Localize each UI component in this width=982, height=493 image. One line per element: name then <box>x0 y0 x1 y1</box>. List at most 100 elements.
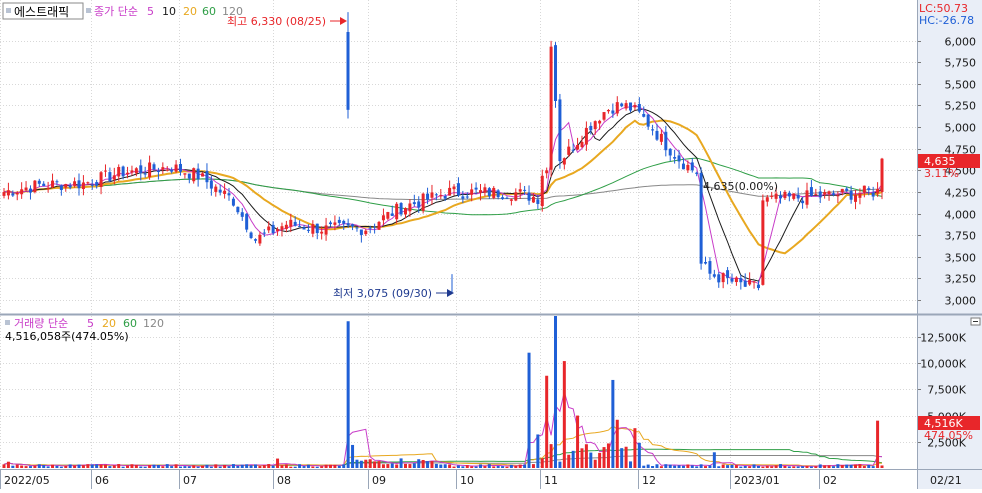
volume-bar <box>761 466 765 468</box>
volume-bar <box>664 464 668 468</box>
candle-body <box>536 199 540 204</box>
volume-bar <box>108 466 112 468</box>
volume-bar <box>593 459 597 468</box>
volume-bar <box>231 464 235 468</box>
candle-body <box>845 188 849 191</box>
min-annotation: 최저 3,075 (09/30) <box>333 287 432 300</box>
candle-body <box>840 188 844 193</box>
volume-bar <box>752 464 756 468</box>
price-tick-label: 5,500 <box>945 79 977 92</box>
volume-bar <box>809 466 813 468</box>
candle-body <box>368 227 372 229</box>
volume-bar <box>787 466 791 468</box>
volume-bar <box>20 465 24 468</box>
price-tick-label: 5,000 <box>945 122 977 135</box>
candle-body <box>567 146 571 155</box>
volume-bar <box>531 464 535 468</box>
candle-body <box>302 227 306 230</box>
candle-body <box>452 186 456 190</box>
volume-bar <box>470 466 474 468</box>
volume-bar <box>298 464 302 468</box>
volume-bar <box>311 466 315 468</box>
candle-body <box>426 193 430 200</box>
volume-bar <box>448 464 452 468</box>
volume-bar <box>461 466 465 468</box>
candle-body <box>681 163 685 170</box>
candle-body <box>717 274 721 283</box>
candle-body <box>183 173 187 175</box>
volume-bar <box>289 466 293 468</box>
price-plot-area[interactable] <box>0 0 917 313</box>
ma60-legend: 60 <box>202 5 216 18</box>
volume-bar <box>845 464 849 468</box>
volume-bar <box>765 465 769 468</box>
candle-body <box>443 195 447 199</box>
candle-body <box>280 226 284 230</box>
price-tick-label: 3,500 <box>945 252 977 265</box>
volume-bar <box>73 465 77 468</box>
candle-body <box>854 194 858 202</box>
candle-body <box>373 226 377 228</box>
collapse-icon[interactable] <box>6 8 11 13</box>
candle-body <box>668 148 672 156</box>
volume-bar <box>637 442 641 468</box>
volume-bar <box>196 466 200 468</box>
candle-body <box>324 225 328 235</box>
candle-body <box>359 229 363 235</box>
candle-body <box>831 193 835 195</box>
volume-bar <box>64 466 68 468</box>
candle-body <box>479 190 483 193</box>
volume-bar <box>624 446 628 468</box>
candle-body <box>223 190 227 194</box>
price-tick-label: 5,250 <box>945 100 977 113</box>
candle-body <box>765 197 769 202</box>
volume-bar <box>686 464 690 468</box>
volume-bar <box>386 464 390 468</box>
candle-body <box>629 102 633 111</box>
volume-bar <box>355 459 359 468</box>
volume-bar <box>403 463 407 468</box>
volume-bar <box>518 464 522 468</box>
volume-bar <box>209 466 213 468</box>
volume-bar <box>174 464 178 468</box>
max-annotation: 최고 6,330 (08/25) <box>227 15 326 28</box>
volume-bar <box>258 466 262 468</box>
volume-bar <box>836 464 840 468</box>
candle-body <box>787 192 791 197</box>
volume-bar <box>756 465 760 468</box>
volume-bar <box>549 444 553 468</box>
candle-body <box>11 193 15 196</box>
volume-bar <box>165 464 169 468</box>
price-tick-label: 5,750 <box>945 57 977 70</box>
volume-bar <box>523 464 527 468</box>
volume-bar <box>439 464 443 468</box>
candle-body <box>139 165 143 174</box>
candle-body <box>20 189 24 195</box>
candle-body <box>651 129 655 131</box>
volume-legend-toggle-icon[interactable] <box>5 320 10 325</box>
candle-body <box>823 192 827 195</box>
volume-bar <box>77 464 81 468</box>
candle-body <box>284 224 288 229</box>
volume-bar <box>183 466 187 468</box>
volume-bar <box>854 464 858 468</box>
candle-body <box>333 222 337 225</box>
candle-body <box>673 157 677 159</box>
candle-body <box>549 46 553 170</box>
volume-bar <box>377 461 381 468</box>
candle-body <box>201 173 205 177</box>
volume-plot-area[interactable] <box>0 316 917 468</box>
candle-body <box>531 196 535 203</box>
volume-bar <box>598 452 602 468</box>
volume-bar <box>2 464 6 468</box>
candle-body <box>562 158 566 165</box>
candle-body <box>108 172 112 182</box>
price-tick-label: 3,750 <box>945 230 977 243</box>
candle-body <box>399 203 403 215</box>
volume-bar <box>152 464 156 468</box>
legend-toggle-icon[interactable] <box>86 8 91 13</box>
candle-body <box>858 193 862 198</box>
candle-body <box>721 273 725 283</box>
volume-bar <box>130 464 134 468</box>
volume-bar <box>580 448 584 468</box>
